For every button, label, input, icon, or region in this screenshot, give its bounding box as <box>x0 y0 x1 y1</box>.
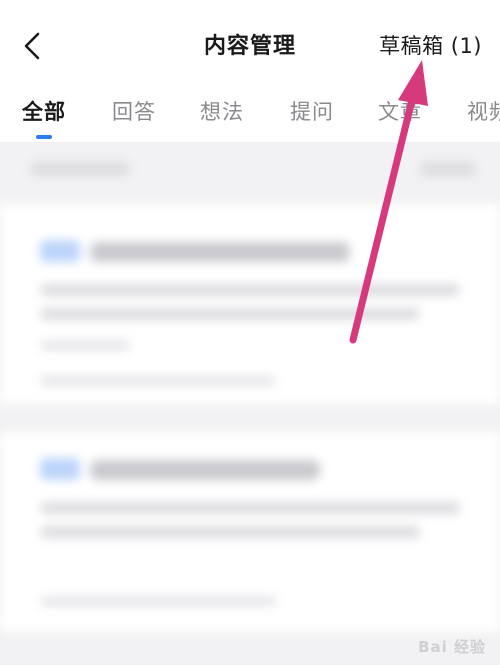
card-text-placeholder <box>40 308 420 320</box>
back-button[interactable] <box>14 26 54 66</box>
top-navigation-bar: 内容管理 草稿箱 (1) <box>0 0 500 92</box>
card-text-placeholder <box>40 502 460 514</box>
active-tab-indicator <box>36 135 52 139</box>
sort-placeholder <box>420 162 476 176</box>
tab-all[interactable]: 全部 <box>22 96 66 126</box>
card-badge <box>40 458 80 480</box>
filter-placeholder <box>30 162 130 176</box>
tab-videos[interactable]: 视频 <box>467 96 500 126</box>
tab-thoughts[interactable]: 想法 <box>200 96 244 126</box>
content-card[interactable] <box>0 204 500 404</box>
card-text-placeholder <box>40 284 460 296</box>
card-meta-placeholder <box>40 340 130 350</box>
blurred-content-list <box>0 142 500 665</box>
chevron-left-icon <box>24 32 40 60</box>
card-actions-placeholder <box>40 596 276 606</box>
tab-articles[interactable]: 文章 <box>378 96 422 126</box>
card-title-placeholder <box>90 460 320 480</box>
content-card[interactable] <box>0 432 500 632</box>
category-tabs: 全部 回答 想法 提问 文章 视频 <box>0 92 500 142</box>
drafts-button[interactable]: 草稿箱 (1) <box>379 30 482 60</box>
card-actions-placeholder <box>40 376 276 386</box>
card-title-placeholder <box>90 242 350 262</box>
card-badge <box>40 240 80 262</box>
tab-answers[interactable]: 回答 <box>112 96 156 126</box>
content-management-screen: 内容管理 草稿箱 (1) 全部 回答 想法 提问 文章 视频 <box>0 0 500 665</box>
tab-questions[interactable]: 提问 <box>290 96 334 126</box>
card-text-placeholder <box>40 526 420 538</box>
watermark-logo: Bai 经验 <box>418 638 486 656</box>
